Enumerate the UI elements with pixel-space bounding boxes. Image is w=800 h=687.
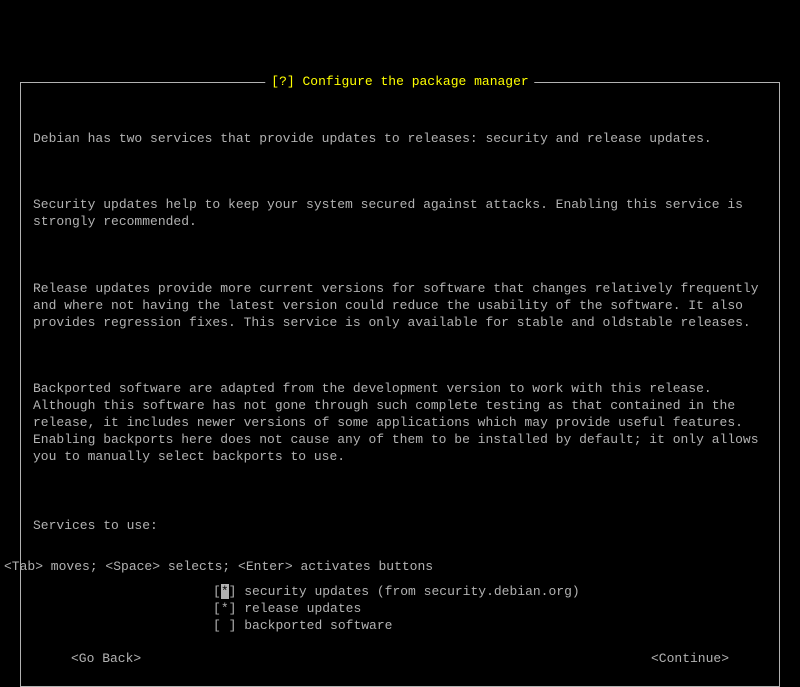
continue-button[interactable]: <Continue>	[651, 651, 729, 668]
checkbox-mark	[221, 618, 229, 633]
checkbox-security-updates[interactable]: [*] security updates (from security.debi…	[213, 584, 767, 601]
paragraph: Security updates help to keep your syste…	[33, 197, 767, 231]
button-row: <Go Back> <Continue>	[33, 651, 767, 668]
paragraph: Debian has two services that provide upd…	[33, 131, 767, 148]
dialog-box: [?] Configure the package manager Debian…	[20, 82, 780, 687]
checkbox-label: backported software	[244, 618, 392, 633]
checkbox-release-updates[interactable]: [*] release updates	[213, 601, 767, 618]
checkbox-list: [*] security updates (from security.debi…	[213, 584, 767, 635]
checkbox-label: security updates (from security.debian.o…	[244, 584, 579, 599]
paragraph: Backported software are adapted from the…	[33, 381, 767, 465]
go-back-button[interactable]: <Go Back>	[71, 651, 141, 668]
checkbox-backported-software[interactable]: [ ] backported software	[213, 618, 767, 635]
dialog-title: [?] Configure the package manager	[265, 74, 534, 91]
checkbox-label: release updates	[244, 601, 361, 616]
paragraph: Release updates provide more current ver…	[33, 281, 767, 332]
checkbox-mark: *	[221, 584, 229, 599]
services-prompt: Services to use:	[33, 518, 767, 535]
checkbox-mark: *	[221, 601, 229, 616]
dialog-body: Debian has two services that provide upd…	[33, 97, 767, 584]
status-bar: <Tab> moves; <Space> selects; <Enter> ac…	[4, 559, 433, 576]
